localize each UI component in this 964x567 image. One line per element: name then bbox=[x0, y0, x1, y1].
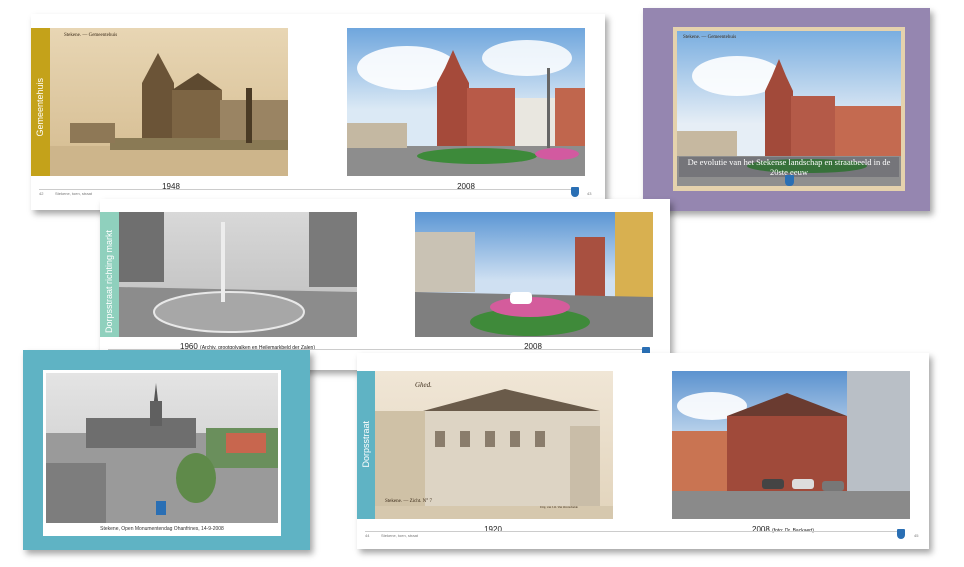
page-number-right: 45 bbox=[914, 533, 919, 538]
cover-photo: Stekene. — Gemeentehuis De evolutie van … bbox=[673, 27, 905, 191]
photo-gemeentehuis-1948: Stekene. — Gemeentehuis bbox=[50, 28, 288, 176]
page-number-left: 44 bbox=[365, 533, 370, 538]
caption-left: 1920 bbox=[484, 525, 502, 534]
teal-card: Stekene, Open Monumentendag Ohanfrines, … bbox=[23, 350, 310, 550]
postcard-street-drawing bbox=[375, 389, 613, 519]
caption-right-year: 2008 bbox=[752, 525, 770, 534]
spread-dorpsstraat-markt: Dorpsstraat richting markt 1960 (Archiv.… bbox=[100, 199, 670, 370]
spread-dorpsstraat: Dorpsstraat Ghed. Stekene. — Zicht. N° 7… bbox=[357, 353, 929, 549]
footer-rule bbox=[365, 531, 905, 532]
photo-dorpsstraat-2008 bbox=[415, 212, 653, 337]
photo-dorpsstraat-1960 bbox=[119, 212, 357, 337]
cover-postcard-title: Stekene. — Gemeentehuis bbox=[683, 35, 737, 40]
street-color-drawing bbox=[415, 212, 653, 337]
section-tab: Dorpsstraat bbox=[357, 371, 375, 519]
section-tab-label: Dorpsstraat bbox=[361, 421, 371, 468]
book-cover: Stekene. — Gemeentehuis De evolutie van … bbox=[643, 8, 930, 211]
caption-right: 2008 (foto: Dr. Backaert) bbox=[752, 525, 852, 534]
footer-rule bbox=[39, 189, 579, 190]
photo-dorpsstraat-1920: Ghed. Stekene. — Zicht. N° 7 Uitg. van J… bbox=[375, 371, 613, 519]
photo-dorpsstraat-2008 bbox=[672, 371, 910, 519]
section-tab: Gemeentehuis bbox=[31, 28, 50, 176]
section-tab-label: Gemeentehuis bbox=[35, 78, 45, 137]
crest-icon bbox=[897, 529, 905, 539]
town-hall-sepia-drawing bbox=[50, 53, 288, 176]
cover-crest-icon bbox=[785, 175, 794, 186]
crest-icon bbox=[571, 187, 579, 197]
footer-text: Stekene, toen, straat bbox=[55, 191, 92, 196]
town-hall-color-drawing bbox=[347, 40, 585, 176]
postcard-script: Ghed. bbox=[415, 381, 432, 389]
card-photo-frame: Stekene, Open Monumentendag Ohanfrines, … bbox=[43, 370, 281, 536]
postcard-title: Stekene. — Gemeentehuis bbox=[64, 33, 118, 38]
aerial-town-drawing bbox=[46, 383, 278, 523]
postcard-caption: Stekene. — Zicht. N° 7 bbox=[385, 499, 432, 504]
street-color-drawing bbox=[672, 371, 910, 519]
photo-gemeentehuis-2008 bbox=[347, 28, 585, 176]
section-tab: Dorpsstraat richting markt bbox=[100, 212, 119, 337]
card-caption: Stekene, Open Monumentendag Ohanfrines, … bbox=[100, 526, 224, 532]
footer-text: Stekene, toen, straat bbox=[381, 533, 418, 538]
page-number-right: 43 bbox=[587, 191, 592, 196]
spread-gemeentehuis: Gemeentehuis Stekene. — Gemeentehuis 194… bbox=[31, 14, 605, 210]
postcard-publisher: Uitg. van J.O. Van Overschelde bbox=[540, 505, 578, 509]
section-tab-label: Dorpsstraat richting markt bbox=[104, 230, 114, 334]
street-bw-drawing bbox=[119, 212, 357, 337]
page-number-left: 42 bbox=[39, 191, 44, 196]
card-photo-image bbox=[46, 373, 278, 523]
cover-banner: De evolutie van het Stekense landschap e… bbox=[679, 157, 899, 177]
